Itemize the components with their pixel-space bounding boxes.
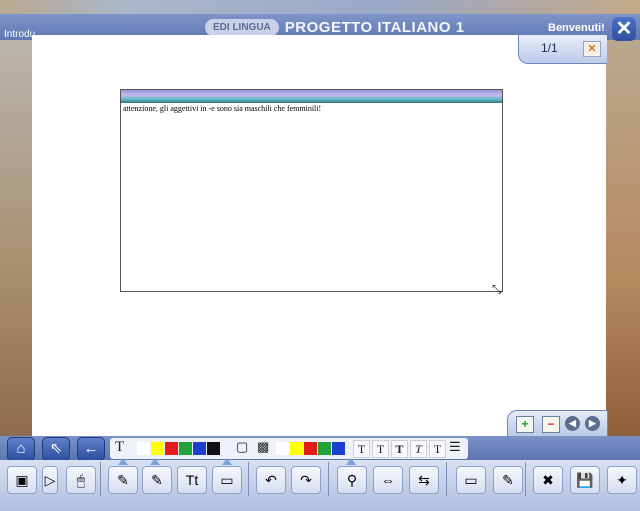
- font-format-button[interactable]: T: [391, 440, 408, 458]
- expand-icon[interactable]: ⇔: [373, 466, 403, 494]
- fill-color-swatch[interactable]: [290, 442, 303, 455]
- page-controls: + − ◀ ▶: [507, 410, 608, 438]
- background-left-photo: [0, 40, 32, 440]
- back-button[interactable]: ←: [77, 437, 105, 461]
- dropdown-indicator-icon[interactable]: [222, 458, 232, 465]
- fill-color-swatch[interactable]: [318, 442, 331, 455]
- dropdown-indicator-icon[interactable]: [118, 458, 128, 465]
- pencil-icon[interactable]: ✎: [108, 466, 138, 494]
- page-number: 1/1: [541, 41, 558, 55]
- highlighter-icon[interactable]: ✎: [142, 466, 172, 494]
- text-color-swatch[interactable]: [179, 442, 192, 455]
- close-page-button[interactable]: ✕: [583, 41, 601, 57]
- toolbar-divider: [248, 462, 249, 496]
- text-color-swatch[interactable]: [165, 442, 178, 455]
- remove-page-button[interactable]: −: [542, 416, 560, 433]
- dropdown-indicator-icon[interactable]: [150, 458, 160, 465]
- text-format-toolbar: T ▢ ▩ ☰ TTTTT: [110, 438, 468, 459]
- clear-icon[interactable]: ▭: [456, 466, 486, 494]
- edit-icon[interactable]: ✎: [493, 466, 523, 494]
- background-icon[interactable]: ▢: [236, 439, 248, 455]
- font-format-button[interactable]: T: [429, 440, 446, 458]
- dropdown-indicator-icon[interactable]: [346, 458, 356, 465]
- toolbar-divider: [446, 462, 447, 496]
- effects-icon[interactable]: ✦: [607, 466, 637, 494]
- save-icon[interactable]: 💾: [570, 466, 600, 494]
- pattern-icon[interactable]: ▩: [257, 439, 269, 455]
- screen-icon[interactable]: ▣: [7, 466, 37, 494]
- intro-tab[interactable]: Introdu: [4, 29, 35, 40]
- text-color-swatch[interactable]: [207, 442, 220, 455]
- note-title-bar[interactable]: [121, 90, 502, 103]
- delete-icon[interactable]: ✖: [533, 466, 563, 494]
- welcome-text: Benvenuti!: [548, 22, 605, 34]
- text-color-swatch[interactable]: [193, 442, 206, 455]
- font-format-button[interactable]: T: [353, 440, 370, 458]
- app-title: PROGETTO ITALIANO 1: [284, 18, 465, 36]
- eraser-icon[interactable]: ▭: [212, 466, 242, 494]
- close-app-button[interactable]: ✕: [612, 17, 636, 41]
- magnifier-icon[interactable]: ⚲: [337, 466, 367, 494]
- font-format-button[interactable]: T: [410, 440, 427, 458]
- toolbar-divider: [100, 462, 101, 496]
- fill-color-swatch[interactable]: [304, 442, 317, 455]
- font-format-button[interactable]: T: [372, 440, 389, 458]
- background-right-photo: [606, 40, 640, 440]
- fill-color-swatch[interactable]: [276, 442, 289, 455]
- note-text[interactable]: attenzione, gli aggettivi in -e sono sia…: [121, 103, 502, 114]
- shrink-icon[interactable]: ⇆: [409, 466, 439, 494]
- undo-icon[interactable]: ↶: [256, 466, 286, 494]
- next-page-button[interactable]: ▶: [585, 416, 600, 431]
- list-icon[interactable]: ☰: [449, 439, 461, 455]
- redo-icon[interactable]: ↷: [291, 466, 321, 494]
- prev-page-button[interactable]: ◀: [565, 416, 580, 431]
- publisher-logo: EDI LINGUA: [205, 18, 279, 36]
- up-button[interactable]: ⇖: [42, 437, 70, 461]
- resize-handle-icon[interactable]: ⤡: [492, 282, 502, 297]
- text-tool-icon[interactable]: Tt: [177, 466, 207, 494]
- text-color-swatch[interactable]: [151, 442, 164, 455]
- fill-color-swatch[interactable]: [332, 442, 345, 455]
- add-page-button[interactable]: +: [516, 416, 534, 433]
- text-color-icon: T: [115, 439, 125, 455]
- text-color-swatch[interactable]: [137, 442, 150, 455]
- toolbar-divider: [525, 462, 526, 496]
- page-indicator: 1/1 ✕: [518, 35, 607, 64]
- mouse-icon[interactable]: 🖱: [66, 466, 96, 494]
- pointer-icon[interactable]: ▷: [42, 466, 58, 494]
- toolbar-divider: [328, 462, 329, 496]
- home-button[interactable]: ⌂: [7, 437, 35, 461]
- note-box[interactable]: attenzione, gli aggettivi in -e sono sia…: [120, 89, 503, 292]
